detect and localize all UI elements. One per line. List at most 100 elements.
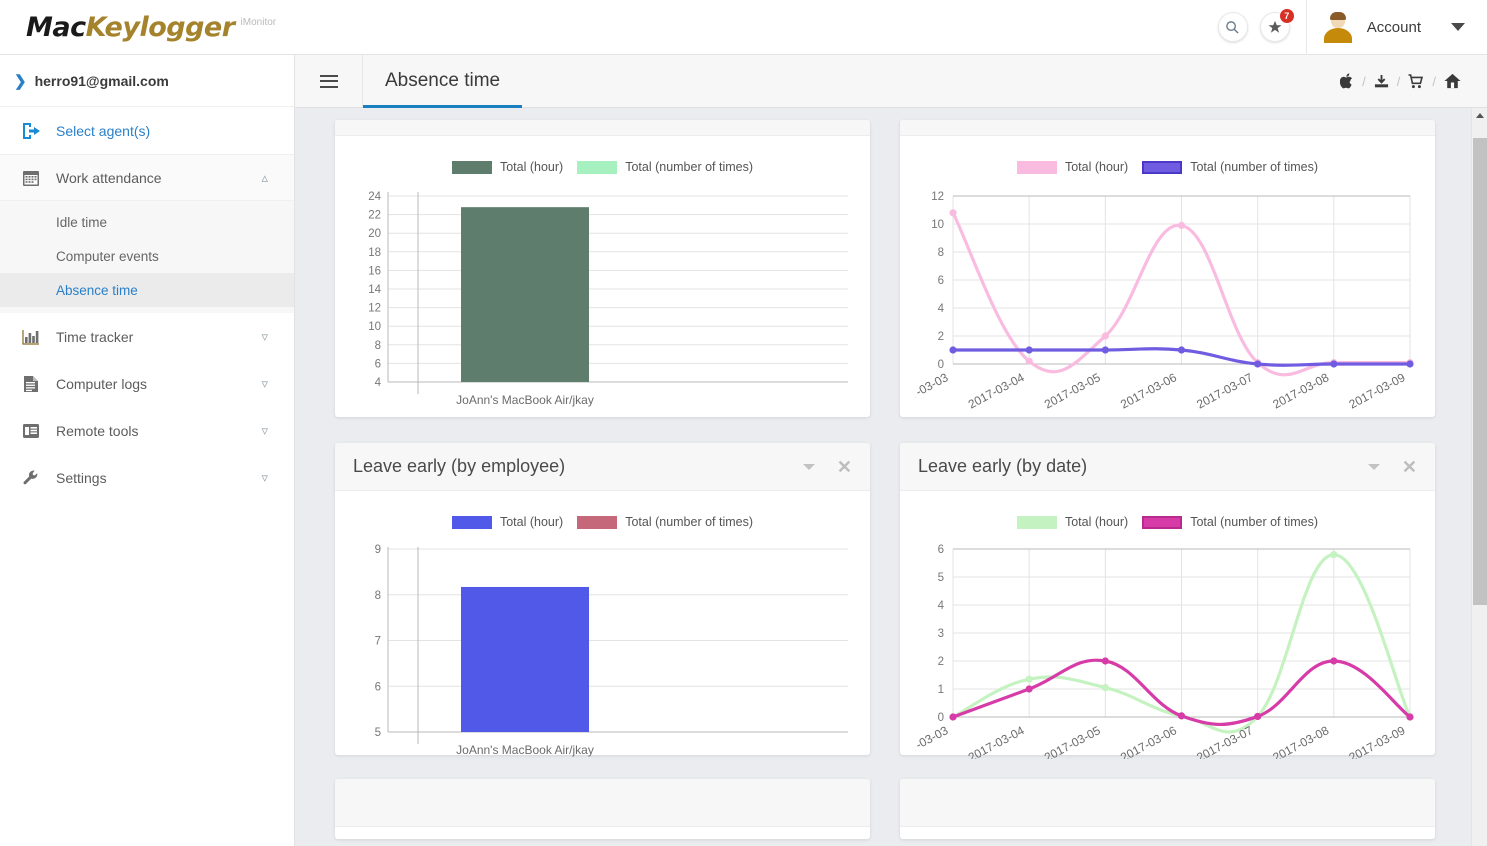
sidebar-item-computer-logs[interactable]: Computer logs ▿	[0, 360, 294, 407]
svg-text:6: 6	[938, 544, 944, 556]
chart-legend: Total (hour) Total (number of times)	[900, 160, 1435, 174]
legend-entry[interactable]: Total (hour)	[452, 160, 563, 174]
dashboard-row-3	[335, 755, 1447, 839]
legend-label: Total (number of times)	[625, 160, 753, 174]
svg-text:6: 6	[374, 358, 380, 370]
legend-swatch	[577, 516, 617, 529]
svg-text:2017-03-09: 2017-03-09	[1347, 723, 1408, 759]
svg-text:JoAnn's MacBook Air/jkay: JoAnn's MacBook Air/jkay	[456, 743, 594, 757]
legend-entry[interactable]: Total (hour)	[1017, 160, 1128, 174]
legend-swatch	[1017, 516, 1057, 529]
svg-text:2017-03-06: 2017-03-06	[1118, 723, 1179, 759]
svg-text:8: 8	[938, 247, 944, 259]
sidebar-account-row[interactable]: ❯ herro91@gmail.com	[0, 55, 294, 107]
wrench-icon	[20, 467, 42, 489]
sidebar-item-settings[interactable]: Settings ▿	[0, 454, 294, 501]
svg-text:8: 8	[374, 340, 380, 352]
svg-text:9: 9	[374, 544, 380, 556]
svg-text:JoAnn's MacBook Air/jkay: JoAnn's MacBook Air/jkay	[456, 393, 594, 407]
header-action-icons: / / /	[1332, 55, 1487, 107]
chevron-down-icon[interactable]: ▿	[261, 329, 268, 345]
legend-label: Total (number of times)	[1190, 160, 1318, 174]
svg-text:18: 18	[368, 247, 381, 259]
card-next-partial	[335, 779, 870, 839]
svg-text:8: 8	[374, 590, 380, 602]
sidebar-item-work-attendance[interactable]: Work attendance ▵	[0, 154, 294, 201]
chart-legend: Total (hour) Total (number of times)	[900, 515, 1435, 529]
sidebar-subitem-label: Idle time	[56, 215, 107, 230]
sidebar-item-time-tracker[interactable]: Time tracker ▿	[0, 313, 294, 360]
card-leave-early-by-employee: Leave early (by employee) ✕ Total (hour)	[335, 443, 870, 755]
legend-entry[interactable]: Total (number of times)	[1142, 515, 1318, 529]
svg-text:2: 2	[938, 331, 944, 343]
svg-text:0: 0	[938, 359, 944, 371]
chevron-down-icon[interactable]	[1368, 464, 1380, 470]
select-agents-icon	[20, 120, 42, 142]
svg-text:5: 5	[938, 572, 944, 584]
notification-badge: 7	[1279, 8, 1295, 24]
svg-text:16: 16	[368, 265, 381, 277]
vertical-scrollbar[interactable]	[1471, 108, 1487, 846]
content-header: Absence time / /	[295, 55, 1487, 108]
legend-entry[interactable]: Total (number of times)	[1142, 160, 1318, 174]
svg-text:20: 20	[368, 228, 381, 240]
card-absence-by-date: Total (hour) Total (number of times) 0 2 4…	[900, 120, 1435, 417]
svg-text:24: 24	[368, 191, 381, 203]
svg-text:2017-03-08: 2017-03-08	[1270, 370, 1331, 411]
legend-label: Total (hour)	[500, 515, 563, 529]
close-icon[interactable]: ✕	[837, 458, 852, 476]
chart-absence-by-employee: 4681012141618202224 JoAnn's MacBook Air/…	[348, 182, 858, 412]
calendar-icon	[20, 167, 42, 189]
menu-toggle-button[interactable]	[295, 55, 363, 107]
svg-text:2017-03-05: 2017-03-05	[1042, 370, 1103, 411]
account-menu[interactable]: Account	[1321, 10, 1487, 44]
sidebar-item-remote-tools[interactable]: Remote tools ▿	[0, 407, 294, 454]
sidebar-item-label: Settings	[56, 470, 107, 486]
chevron-down-icon[interactable]: ▿	[261, 376, 268, 392]
sidebar: ❯ herro91@gmail.com Select agent(s)	[0, 55, 295, 846]
sidebar-subitem-label: Computer events	[56, 249, 159, 264]
apple-icon[interactable]	[1332, 73, 1362, 89]
chevron-down-icon[interactable]: ▿	[261, 423, 268, 439]
search-button[interactable]	[1218, 12, 1248, 42]
sidebar-item-idle-time[interactable]: Idle time	[0, 205, 294, 239]
tab-absence-time[interactable]: Absence time	[363, 55, 522, 107]
sidebar-item-select-agents[interactable]: Select agent(s)	[0, 107, 294, 154]
document-icon	[20, 373, 42, 395]
sidebar-item-label: Time tracker	[56, 329, 133, 345]
scrollbar-thumb[interactable]	[1473, 138, 1487, 605]
download-icon[interactable]	[1366, 74, 1397, 89]
sidebar-item-absence-time[interactable]: Absence time	[0, 273, 294, 307]
legend-entry[interactable]: Total (number of times)	[577, 160, 753, 174]
tab-label: Absence time	[385, 70, 500, 92]
svg-text:4: 4	[374, 377, 381, 389]
dashboard-row-2: Leave early (by employee) ✕ Total (hour)	[335, 417, 1447, 755]
sidebar-subitem-label: Absence time	[56, 283, 138, 298]
svg-text:4: 4	[938, 600, 945, 612]
legend-entry[interactable]: Total (hour)	[1017, 515, 1128, 529]
scroll-up-arrow[interactable]	[1476, 113, 1484, 118]
cart-icon[interactable]	[1400, 74, 1432, 89]
dashboard-row-1: Total (hour) Total (number of times) 4 6 8…	[335, 108, 1447, 417]
legend-swatch	[452, 516, 492, 529]
sidebar-item-computer-events[interactable]: Computer events	[0, 239, 294, 273]
svg-text:12: 12	[368, 303, 381, 315]
legend-label: Total (number of times)	[625, 515, 753, 529]
card-header: Leave early (by date) ✕	[900, 443, 1435, 491]
legend-entry[interactable]: Total (number of times)	[577, 515, 753, 529]
svg-text:5: 5	[374, 727, 380, 739]
svg-text:4: 4	[938, 303, 945, 315]
legend-entry[interactable]: Total (hour)	[452, 515, 563, 529]
home-icon[interactable]	[1436, 73, 1469, 89]
card-next-partial-2	[900, 779, 1435, 839]
dashboard-grid: Total (hour) Total (number of times) 4 6 8…	[295, 108, 1487, 839]
svg-text:2017-03-05: 2017-03-05	[1042, 723, 1103, 759]
card-header	[900, 120, 1435, 136]
chevron-up-icon[interactable]: ▵	[261, 170, 268, 186]
favorites-button[interactable]: 7	[1260, 12, 1290, 42]
close-icon[interactable]: ✕	[1402, 458, 1417, 476]
chevron-down-icon[interactable]: ▿	[261, 470, 268, 486]
chevron-down-icon[interactable]	[803, 464, 815, 470]
account-label: Account	[1367, 19, 1421, 36]
svg-text:0: 0	[938, 712, 944, 724]
